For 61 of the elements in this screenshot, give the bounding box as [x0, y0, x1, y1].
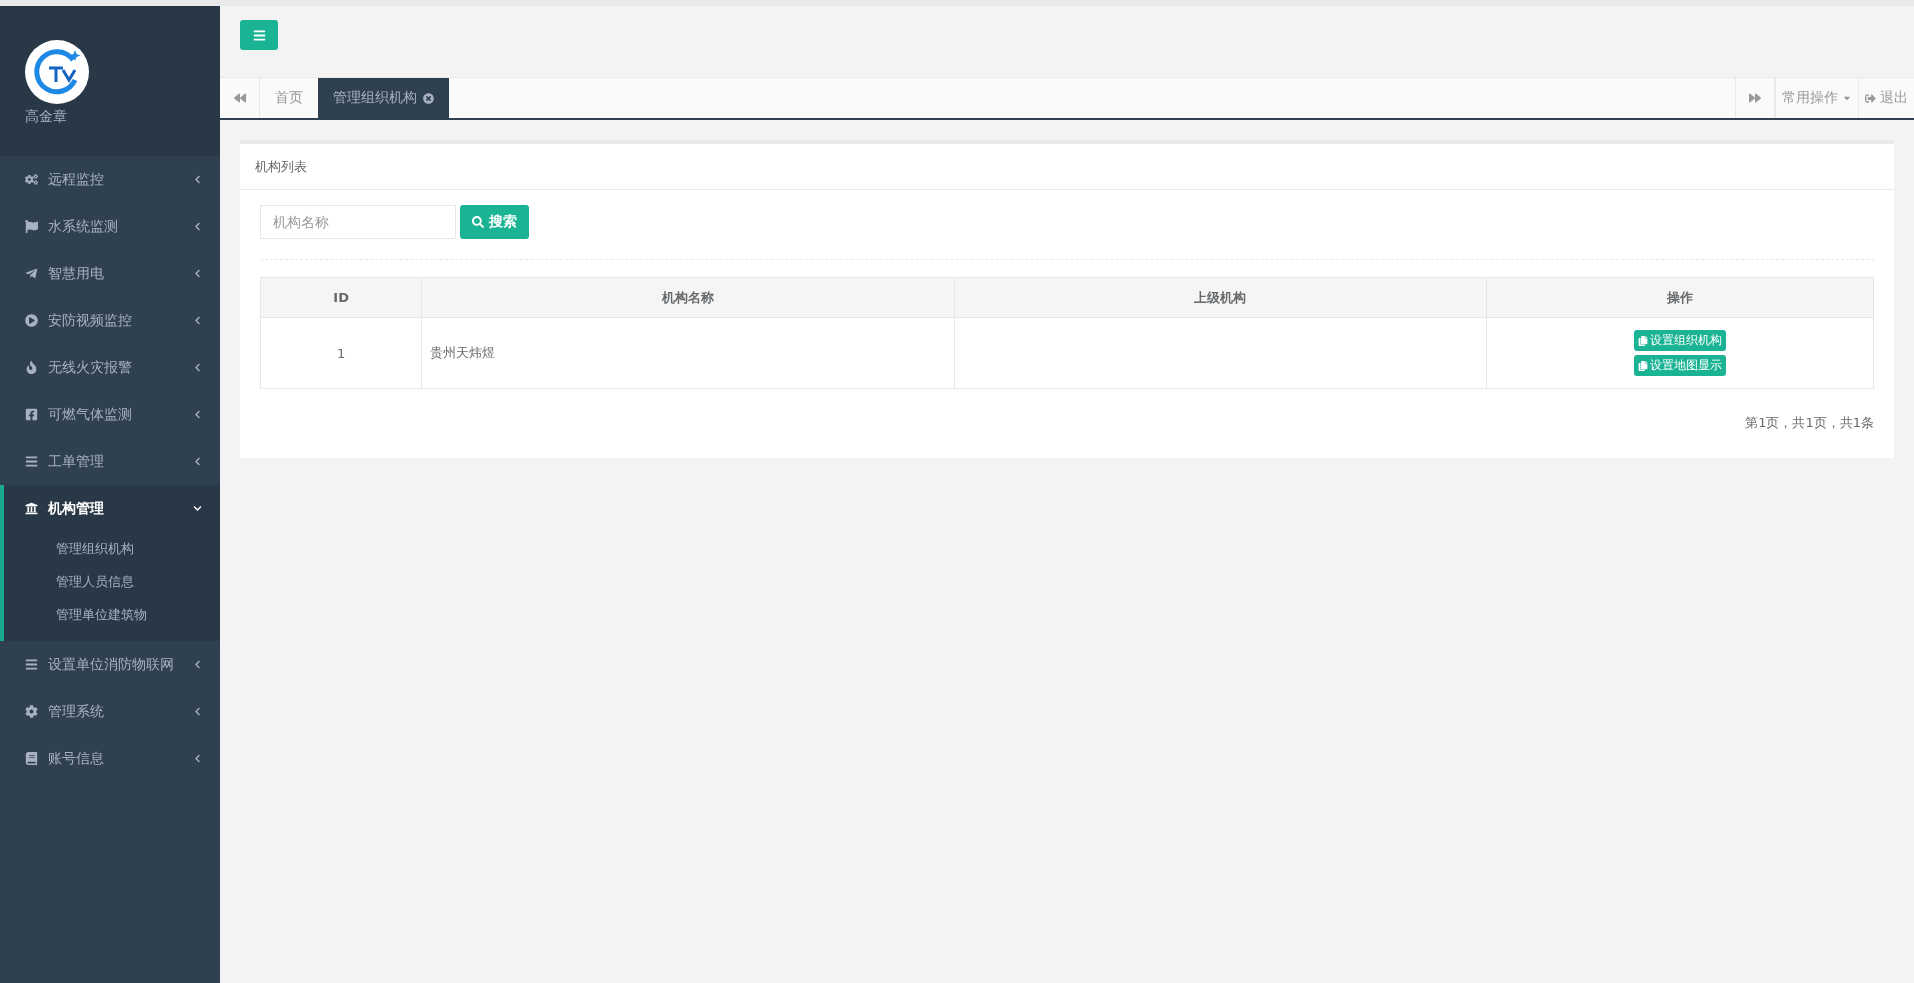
chevron-left-icon: [193, 363, 202, 372]
page-tab[interactable]: 管理组织机构: [318, 78, 449, 118]
play-icon: [25, 314, 38, 327]
sidebar-item[interactable]: 无线火灾报警: [0, 344, 220, 391]
sidebar-item[interactable]: 管理系统: [0, 688, 220, 735]
logo-icon: [25, 40, 89, 104]
flag-icon: [25, 220, 38, 233]
bank-icon: [25, 502, 38, 515]
chevron-down-icon: [193, 504, 202, 513]
chevron-left-icon: [193, 707, 202, 716]
settings-icon: [25, 705, 38, 718]
menu-icon: [25, 455, 38, 468]
card-title: 机构列表: [255, 157, 307, 176]
sidebar-item[interactable]: 可燃气体监测: [0, 391, 220, 438]
copy-icon: [1637, 360, 1648, 371]
submenu-item[interactable]: 管理单位建筑物: [4, 598, 220, 631]
book-icon: [25, 752, 38, 765]
menu-button[interactable]: [240, 20, 278, 50]
column-header: ID: [260, 277, 422, 318]
chevron-left-icon: [193, 754, 202, 763]
sidebar-item[interactable]: 安防视频监控: [0, 297, 220, 344]
chevron-left-icon: [193, 222, 202, 231]
sidebar-item[interactable]: 智慧用电: [0, 250, 220, 297]
chevron-left-icon: [193, 660, 202, 669]
chevron-left-icon: [193, 410, 202, 419]
sidebar-item[interactable]: 设置单位消防物联网: [0, 641, 220, 688]
gears-icon: [25, 173, 38, 186]
chevron-left-icon: [193, 269, 202, 278]
chevron-left-icon: [193, 316, 202, 325]
sidebar-item[interactable]: 远程监控: [0, 156, 220, 203]
sidebar-item[interactable]: 机构管理: [4, 485, 220, 532]
flame-icon: [25, 361, 38, 374]
action-button[interactable]: 设置组织机构: [1633, 330, 1726, 351]
column-header: 操作: [1486, 277, 1874, 318]
action-button[interactable]: 设置地图显示: [1633, 355, 1726, 376]
pagination-info: 第1页，共1页，共1条: [1745, 415, 1874, 430]
table-cell: 贵州天炜煜: [421, 317, 955, 389]
column-header: 机构名称: [421, 277, 955, 318]
close-icon[interactable]: [423, 92, 434, 104]
chevron-left-icon: [193, 457, 202, 466]
user-name: 高金章: [25, 108, 68, 126]
menu-icon: [252, 28, 266, 42]
sidebar-item[interactable]: 账号信息: [0, 735, 220, 782]
copy-icon: [1637, 335, 1648, 346]
search-icon: [472, 216, 484, 228]
double-right-arrow-icon: [1749, 92, 1761, 104]
sidebar-item[interactable]: 工单管理: [0, 438, 220, 485]
table-cell: 1: [260, 317, 422, 389]
search-button[interactable]: 搜索: [460, 205, 529, 239]
paper-plane-icon: [25, 267, 38, 280]
logout-icon: [1865, 92, 1876, 104]
double-left-arrow-icon: [233, 92, 246, 104]
menu-icon: [25, 658, 38, 671]
column-header: 上级机构: [954, 277, 1487, 318]
search-field[interactable]: 机构名称: [260, 205, 456, 239]
submenu-item[interactable]: 管理组织机构: [4, 532, 220, 565]
page-tab[interactable]: 首页: [260, 78, 318, 118]
sidebar-item[interactable]: 水系统监测: [0, 203, 220, 250]
chevron-left-icon: [193, 175, 202, 184]
scroll-right-button[interactable]: [1735, 78, 1775, 118]
submenu-item[interactable]: 管理人员信息: [4, 565, 220, 598]
